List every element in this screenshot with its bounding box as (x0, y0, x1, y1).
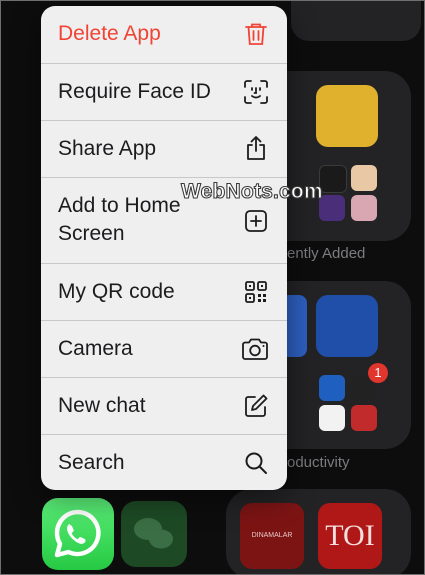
menu-item-share-app[interactable]: Share App (41, 120, 287, 177)
menu-item-label: My QR code (58, 280, 175, 303)
menu-item-label: New chat (58, 394, 146, 417)
face-id-icon (243, 79, 269, 105)
background-widget (291, 1, 421, 41)
wechat-app-icon[interactable] (121, 501, 187, 567)
add-square-icon (243, 208, 269, 234)
whatsapp-app-icon[interactable] (42, 498, 114, 570)
app-icon (319, 375, 345, 401)
app-icon-dinamalar: DINAMALAR (240, 503, 304, 569)
share-icon (243, 135, 269, 161)
watermark: WebNots.com (180, 179, 323, 203)
menu-item-label: Share App (58, 137, 157, 160)
menu-item-new-chat[interactable]: New chat (41, 377, 287, 434)
whatsapp-logo-icon (54, 509, 101, 558)
app-icon (316, 295, 378, 357)
app-icon (351, 405, 377, 431)
menu-item-label: Camera (58, 337, 133, 360)
menu-item-my-qr-code[interactable]: My QR code (41, 263, 287, 320)
wechat-logo-icon (134, 518, 173, 549)
menu-item-camera[interactable]: Camera (41, 320, 287, 377)
qr-code-icon (243, 279, 269, 305)
menu-item-label: Search (58, 451, 125, 474)
compose-icon (243, 393, 269, 419)
menu-item-delete-app[interactable]: Delete App (41, 6, 287, 63)
app-icon-toi: TOI (318, 503, 382, 569)
news-folder[interactable]: DINAMALAR TOI (226, 489, 411, 574)
search-icon (243, 450, 269, 476)
menu-item-require-face-id[interactable]: Require Face ID (41, 63, 287, 120)
phone-screen: ently Added 1 oductivity DINAMALAR TOI D… (0, 0, 425, 575)
app-icon (319, 165, 347, 193)
app-icon (319, 405, 345, 431)
notification-badge: 1 (368, 363, 388, 383)
app-context-menu: Delete App Require Face ID Share App Add… (41, 6, 287, 490)
folder-label-productivity: oductivity (287, 454, 350, 471)
trash-icon (243, 21, 269, 47)
menu-item-label: Delete App (58, 22, 161, 45)
app-icon (351, 195, 377, 221)
app-icon (316, 85, 378, 147)
camera-icon (241, 336, 269, 362)
folder-label-recently-added: ently Added (287, 245, 366, 262)
menu-item-label: Require Face ID (58, 80, 211, 103)
app-icon (351, 165, 377, 191)
menu-item-search[interactable]: Search (41, 434, 287, 490)
